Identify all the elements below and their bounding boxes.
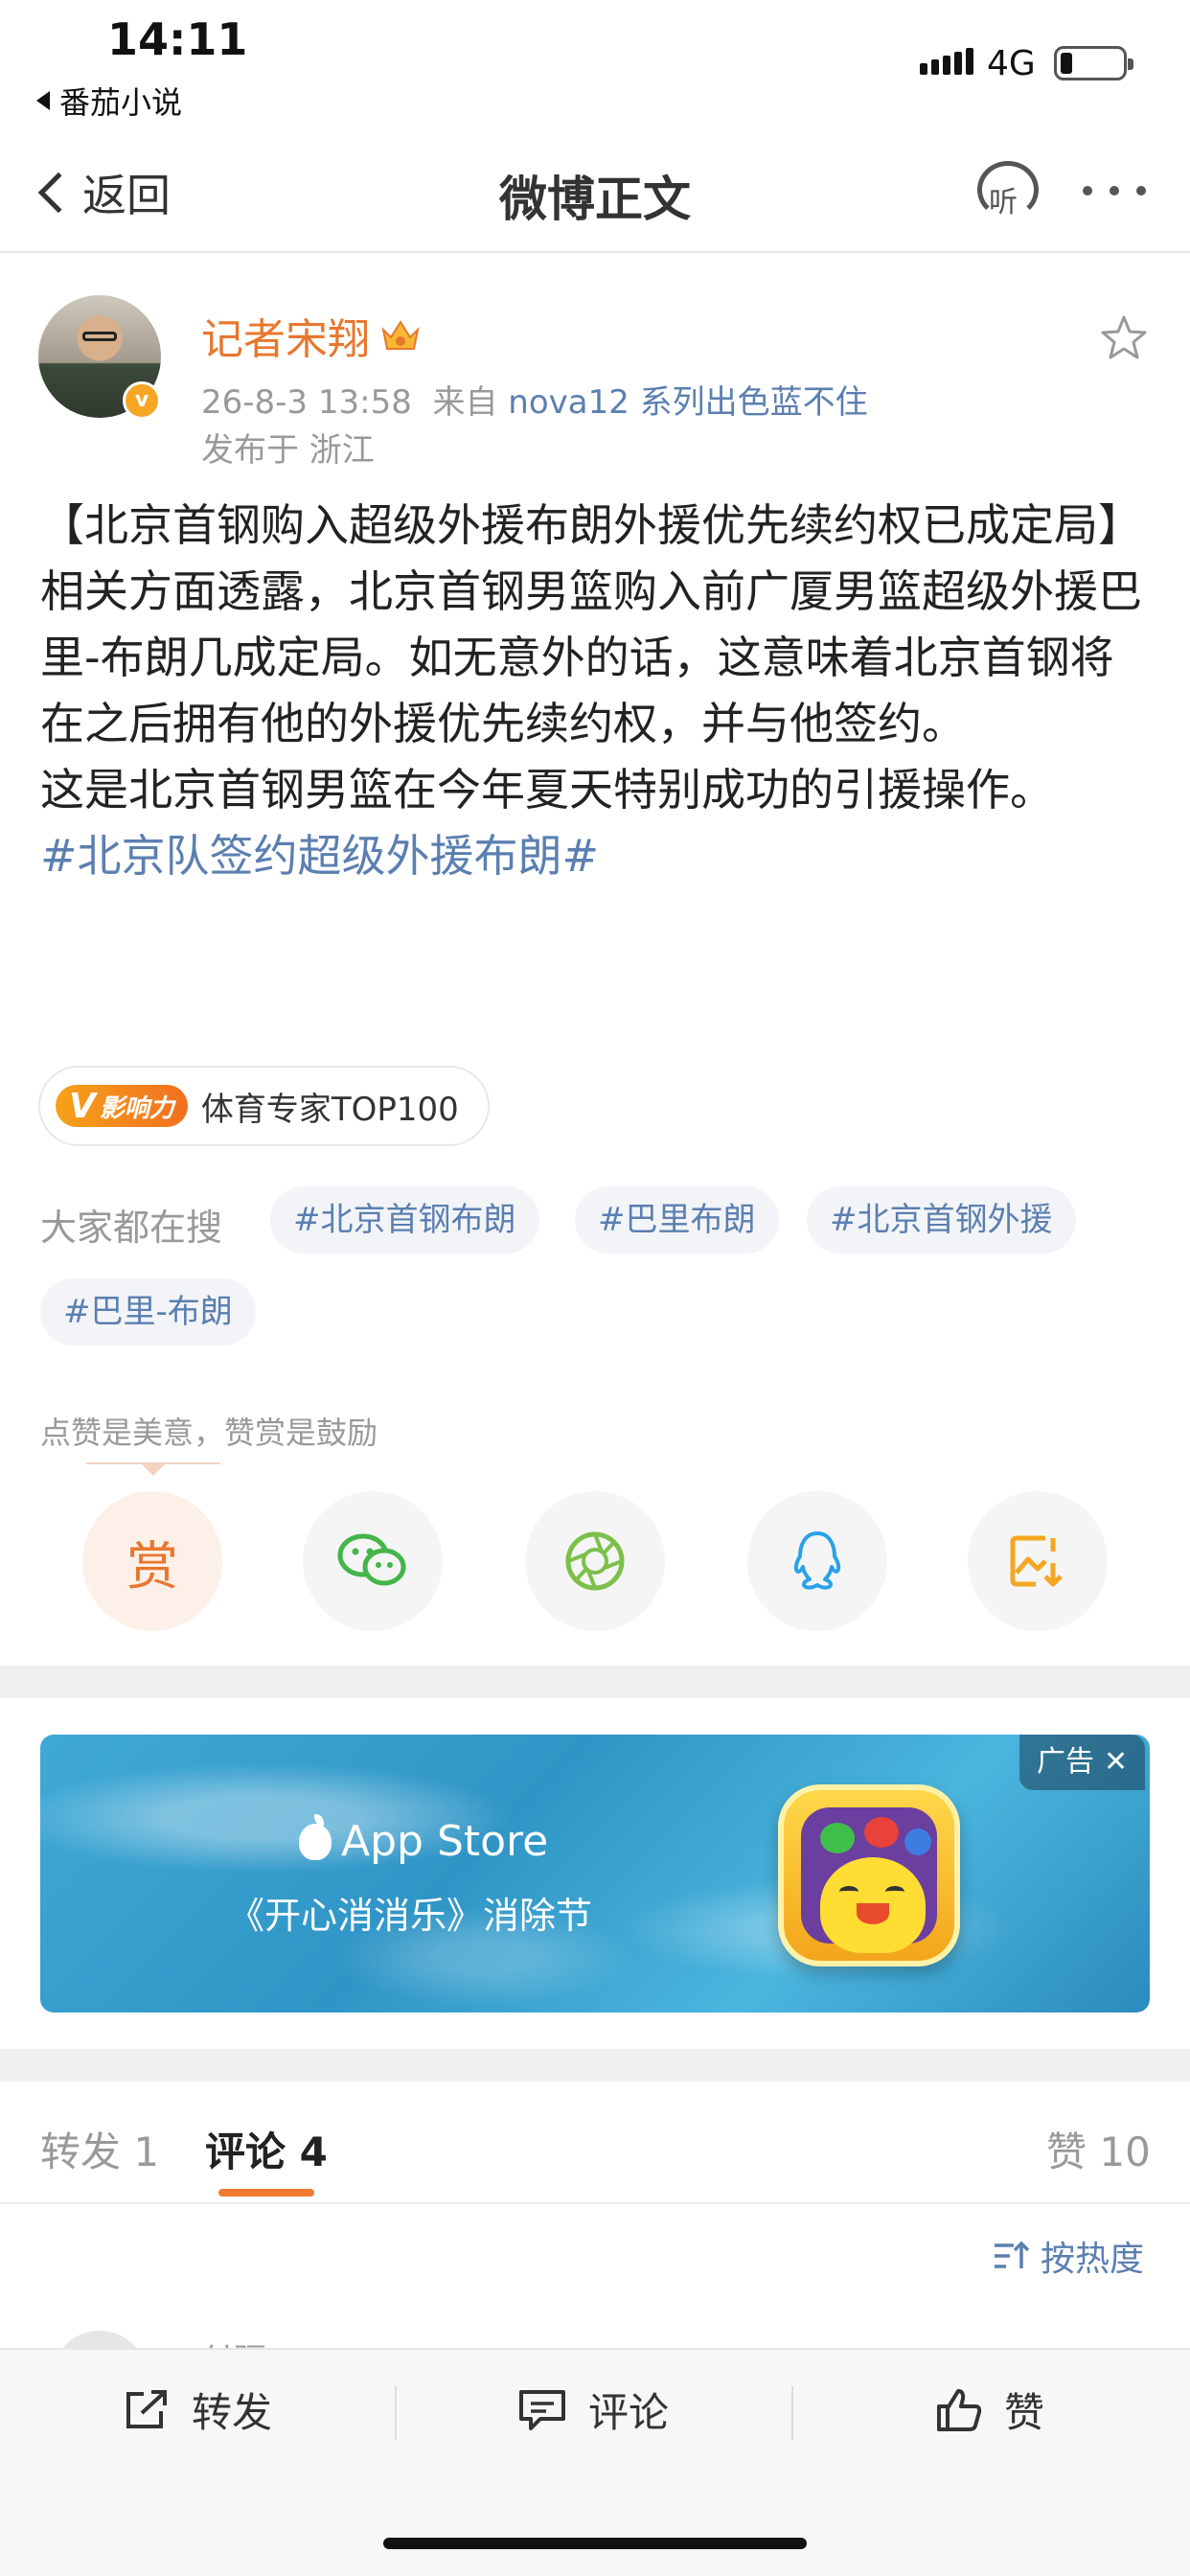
moments-aperture-icon [565,1531,625,1591]
sort-label: 按热度 [1041,2240,1145,2279]
comment-icon [519,2389,565,2430]
search-chip[interactable]: #北京首钢外援 [807,1186,1076,1254]
ad-subtitle: 《开心消消乐》消除节 [228,1895,593,1937]
status-time: 14:11 [107,13,248,65]
tab-like[interactable]: 赞 10 [1046,2120,1151,2178]
post-paragraph-2: 这是北京首钢男篮在今年夏天特别成功的引援操作。 [40,764,1054,816]
game-app-icon [778,1784,960,1966]
post-body: 【北京首钢购入超级外援布朗外援优先续约权已成定局】 相关方面透露，北京首钢男篮购… [40,493,1152,889]
repost-button[interactable]: 转发 [123,2380,272,2439]
sort-icon [995,2241,1030,2268]
post-meta: 26-8-3 13:58 来自 nova12 系列出色蓝不住 [201,376,868,423]
qq-penguin-icon [793,1531,841,1590]
author-name-row[interactable]: 记者宋翔 [201,305,422,366]
listen-label: 听 [989,186,1018,219]
back-to-app-link[interactable]: 番茄小说 [36,79,182,123]
ad-banner[interactable]: App Store 《开心消消乐》消除节 [40,1735,1150,2012]
interaction-tabs: 转发 1 评论 4 赞 10 [0,2082,1190,2204]
influence-label: 体育专家TOP100 [200,1090,459,1129]
back-triangle-icon [36,91,50,110]
app-store-text: App Store [341,1817,549,1866]
source-device-link[interactable]: nova12 系列出色蓝不住 [508,383,867,422]
save-image-button[interactable] [968,1491,1108,1631]
active-tab-underline [218,2189,314,2196]
tab-comment[interactable]: 评论 4 [205,2120,328,2178]
post-location: 发布于 浙江 [201,431,375,470]
encourage-text: 点赞是美意，赞赏是鼓励 [40,1414,378,1451]
section-divider [0,1666,1190,1698]
wechat-icon [337,1533,406,1586]
like-button[interactable]: 赞 [935,2380,1044,2439]
back-app-label: 番茄小说 [59,84,183,121]
moments-share-button[interactable] [525,1491,665,1631]
ad-close-tag[interactable]: 广告 ✕ [1019,1735,1146,1790]
tab-repost[interactable]: 转发 1 [40,2120,159,2178]
more-options-icon[interactable] [1083,186,1146,196]
apple-logo-icon [299,1813,332,1860]
search-chip[interactable]: #巴里布朗 [575,1186,779,1254]
search-chip[interactable]: #北京首钢布朗 [270,1186,539,1254]
influence-v-letter: V [69,1086,96,1126]
status-bar: 14:11 番茄小说 4G [0,0,1190,134]
post-hashtag-link[interactable]: #北京队签约超级外援布朗# [40,823,1152,889]
repost-label: 转发 [192,2389,273,2436]
nav-bar: 返回 微博正文 听 [0,134,1190,253]
author-name: 记者宋翔 [201,315,370,364]
verified-badge-icon: v [123,381,161,420]
influence-v-icon: V 影响力 [56,1085,188,1127]
thumbs-up-icon [937,2388,982,2431]
divider [395,2386,397,2440]
influence-badge-text: 影响力 [99,1093,174,1123]
qq-share-button[interactable] [747,1491,887,1631]
post-title: 【北京首钢购入超级外援布朗外援优先续约权已成定局】 [40,499,1142,551]
encourage-pointer [142,1464,165,1476]
battery-icon [1054,46,1133,80]
post-paragraph-1: 相关方面透露，北京首钢男篮购入前广厦男篮超级外援巴里-布朗几成定局。如无意外的话… [40,565,1142,749]
network-type: 4G [987,44,1036,83]
post-datetime: 26-8-3 13:58 [201,383,412,422]
ad-tag-label: 广告 [1037,1745,1094,1779]
favorite-star-icon[interactable] [1098,312,1150,364]
signal-icon [920,48,973,75]
influence-badge[interactable]: V 影响力 体育专家TOP100 [38,1066,490,1146]
comment-label: 评论 [588,2389,670,2436]
repost-icon [126,2389,167,2428]
home-indicator[interactable] [383,2538,807,2549]
trending-label: 大家都在搜 [40,1207,223,1249]
wechat-share-button[interactable] [303,1491,443,1631]
search-chip[interactable]: #巴里-布朗 [40,1278,256,1346]
listen-headphones-icon[interactable]: 听 [972,157,1044,224]
close-icon: ✕ [1104,1745,1129,1779]
comment-button[interactable]: 评论 [517,2380,669,2439]
share-row: 赏 [0,1491,1190,1631]
divider [791,2386,793,2440]
crown-membership-icon [379,316,422,355]
section-divider [0,2049,1190,2082]
image-download-icon [1010,1535,1063,1587]
source-prefix: 来自 [432,383,498,422]
app-store-label: App Store [299,1813,549,1866]
sort-button[interactable]: 按热度 [993,2231,1144,2281]
reward-button[interactable]: 赏 [82,1491,222,1631]
like-label: 赞 [1004,2389,1045,2436]
